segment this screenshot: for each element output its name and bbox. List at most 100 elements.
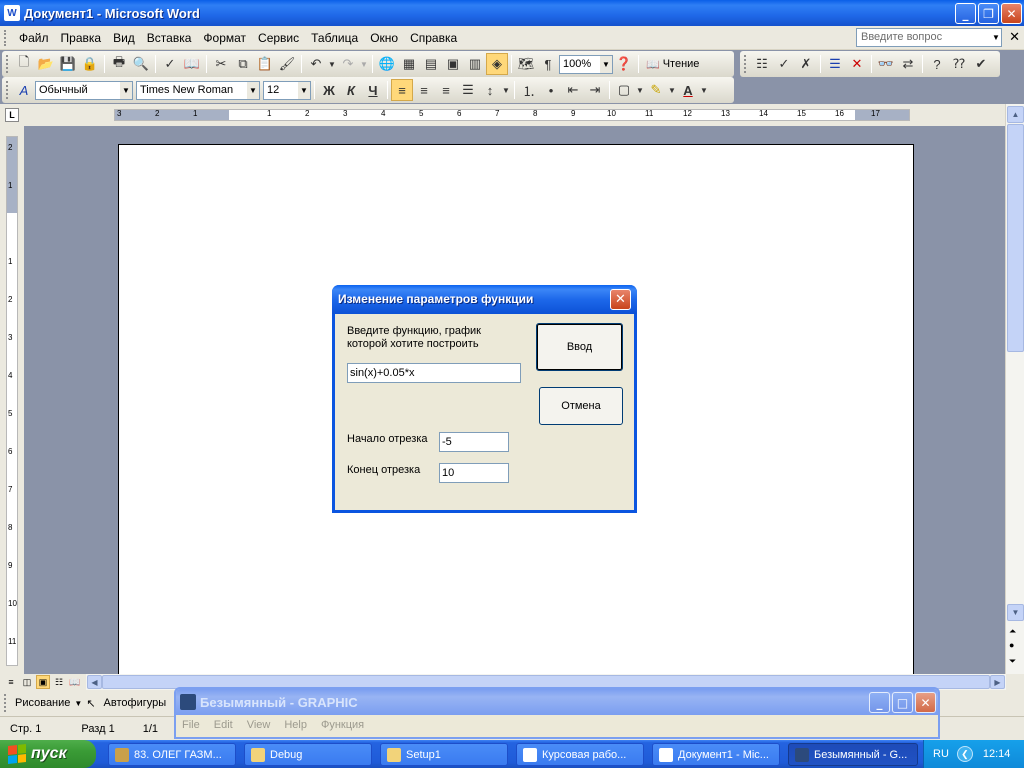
ask-question-input[interactable]: Введите вопрос bbox=[856, 28, 1002, 47]
minimize-button[interactable]: _ bbox=[869, 692, 890, 713]
styles-icon[interactable]: A bbox=[13, 79, 35, 101]
delete-icon[interactable]: ✕ bbox=[846, 53, 868, 75]
chevron-down-icon[interactable]: ▼ bbox=[635, 79, 645, 101]
toolbar-grip[interactable] bbox=[6, 55, 9, 73]
normal-view-icon[interactable]: ≡ bbox=[4, 675, 18, 689]
pilcrow-icon[interactable]: ¶ bbox=[537, 53, 559, 75]
graphic-title-bar[interactable]: Безымянный - GRAPHIC bbox=[176, 689, 938, 715]
accept-change-icon[interactable]: ✓ bbox=[773, 53, 795, 75]
document-map-icon[interactable]: 🗺 bbox=[515, 53, 537, 75]
close-document-icon[interactable]: ✕ bbox=[1009, 30, 1020, 45]
close-button[interactable]: ✕ bbox=[915, 692, 936, 713]
taskbar-item-setup1[interactable]: Setup1 bbox=[380, 743, 508, 766]
chevron-down-icon[interactable]: ▼ bbox=[667, 79, 677, 101]
maximize-button[interactable]: □ bbox=[892, 692, 913, 713]
open-folder-icon[interactable]: 📂 bbox=[35, 53, 57, 75]
next-page-icon[interactable]: ⏷ bbox=[1009, 656, 1016, 667]
chevron-down-icon[interactable]: ▼ bbox=[74, 699, 82, 708]
tables-borders-icon[interactable]: ▦ bbox=[398, 53, 420, 75]
columns-icon[interactable]: ▥ bbox=[464, 53, 486, 75]
font-size-select[interactable]: 12 ▼ bbox=[263, 80, 311, 100]
ruler-strip[interactable]: 3 2 1 1 2 3 4 5 6 7 8 9 10 11 12 13 14 1… bbox=[114, 109, 910, 121]
chevron-down-icon[interactable]: ▼ bbox=[699, 79, 709, 101]
menu-edit[interactable]: Правка bbox=[55, 31, 108, 45]
draw-menu[interactable]: Рисование bbox=[11, 697, 74, 709]
menu-tools[interactable]: Сервис bbox=[252, 31, 305, 45]
reading-view-icon[interactable]: 📖 bbox=[68, 675, 82, 689]
dialog-close-button[interactable]: ✕ bbox=[610, 289, 631, 310]
toolbar-grip[interactable] bbox=[4, 694, 7, 712]
graphic-menu-view[interactable]: View bbox=[247, 719, 271, 731]
taskbar-item-debug[interactable]: Debug bbox=[244, 743, 372, 766]
dialog-title[interactable]: Изменение параметров функции bbox=[332, 285, 637, 314]
end-input[interactable]: 10 bbox=[439, 463, 509, 483]
print-view-icon[interactable]: ▣ bbox=[36, 675, 50, 689]
font-color-icon[interactable]: A bbox=[677, 79, 699, 101]
borders-icon[interactable]: ▢ bbox=[613, 79, 635, 101]
binoculars-icon[interactable]: 👓 bbox=[875, 53, 897, 75]
permission-icon[interactable]: 🔒 bbox=[79, 53, 101, 75]
menu-file[interactable]: Файл bbox=[13, 31, 55, 45]
chevron-left-icon[interactable]: ❮ bbox=[956, 746, 973, 762]
scroll-thumb[interactable] bbox=[1007, 124, 1024, 352]
scroll-up-icon[interactable]: ▲ bbox=[1007, 106, 1024, 123]
print-preview-icon[interactable]: 🔍 bbox=[130, 53, 152, 75]
help-icon[interactable]: ❓ bbox=[613, 53, 635, 75]
scroll-left-icon[interactable]: ◀ bbox=[87, 675, 102, 689]
start-input[interactable]: -5 bbox=[439, 432, 509, 452]
toolbar-grip[interactable] bbox=[744, 55, 747, 73]
scroll-down-icon[interactable]: ▼ bbox=[1007, 604, 1024, 621]
font-select[interactable]: Times New Roman ▼ bbox=[136, 80, 260, 100]
close-button[interactable]: ✕ bbox=[1001, 3, 1022, 24]
menubar-grip[interactable] bbox=[4, 29, 7, 46]
chevron-down-icon[interactable]: ▼ bbox=[501, 79, 511, 101]
graphic-menu-function[interactable]: Функция bbox=[321, 719, 364, 731]
chevron-down-icon[interactable]: ▼ bbox=[120, 81, 132, 99]
align-left-icon[interactable]: ≡ bbox=[391, 79, 413, 101]
reject-change-icon[interactable]: ✗ bbox=[795, 53, 817, 75]
menu-insert[interactable]: Вставка bbox=[141, 31, 198, 45]
hyperlink-icon[interactable]: 🌐 bbox=[376, 53, 398, 75]
scroll-right-icon[interactable]: ▶ bbox=[990, 675, 1005, 689]
function-input[interactable]: sin(x)+0.05*x bbox=[347, 363, 521, 383]
vertical-scrollbar[interactable]: ▲ ▼ ⏶ ● ⏷ bbox=[1005, 104, 1024, 674]
chevron-down-icon[interactable]: ▼ bbox=[359, 53, 369, 75]
spelling-icon[interactable]: ✓ bbox=[159, 53, 181, 75]
track-changes-icon[interactable]: ☷ bbox=[751, 53, 773, 75]
reading-layout-button[interactable]: 📖 Чтение bbox=[642, 58, 703, 71]
save-icon[interactable]: 💾 bbox=[57, 53, 79, 75]
print-icon[interactable]: 🖶 bbox=[108, 53, 130, 75]
list-icon[interactable]: ☰ bbox=[824, 53, 846, 75]
italic-button[interactable]: К bbox=[340, 79, 362, 101]
cut-icon[interactable]: ✂ bbox=[210, 53, 232, 75]
graphic-menu-edit[interactable]: Edit bbox=[214, 719, 233, 731]
whats-this-icon[interactable]: ⁇ bbox=[948, 53, 970, 75]
help-assistant-icon[interactable]: ? bbox=[926, 53, 948, 75]
insert-excel-icon[interactable]: ▣ bbox=[442, 53, 464, 75]
menu-help[interactable]: Справка bbox=[404, 31, 463, 45]
chevron-down-icon[interactable]: ▼ bbox=[327, 53, 337, 75]
justify-icon[interactable]: ☰ bbox=[457, 79, 479, 101]
menu-view[interactable]: Вид bbox=[107, 31, 141, 45]
browse-object-icon[interactable]: ● bbox=[1009, 640, 1014, 650]
format-painter-icon[interactable]: 🖌 bbox=[276, 53, 298, 75]
tab-selector-icon[interactable]: L bbox=[5, 108, 19, 122]
select-objects-icon[interactable]: ↖ bbox=[82, 697, 99, 710]
outline-view-icon[interactable]: ☷ bbox=[52, 675, 66, 689]
copy-icon[interactable]: ⧉ bbox=[232, 53, 254, 75]
autoshapes-menu[interactable]: Автофигуры bbox=[100, 697, 171, 709]
chevron-down-icon[interactable]: ▼ bbox=[298, 81, 310, 99]
undo-icon[interactable]: ↶ bbox=[305, 53, 327, 75]
line-spacing-icon[interactable]: ↕ bbox=[479, 79, 501, 101]
decrease-indent-icon[interactable]: ⇤ bbox=[562, 79, 584, 101]
bullets-icon[interactable]: • bbox=[540, 79, 562, 101]
taskbar-item-graphic[interactable]: Безымянный - G... bbox=[788, 743, 918, 766]
menu-table[interactable]: Таблица bbox=[305, 31, 364, 45]
chevron-down-icon[interactable]: ▼ bbox=[600, 55, 612, 73]
zoom-select[interactable]: 100% ▼ bbox=[559, 54, 613, 74]
new-document-icon[interactable]: 🗋 bbox=[13, 53, 35, 75]
restore-button[interactable]: ❐ bbox=[978, 3, 999, 24]
underline-button[interactable]: Ч bbox=[362, 79, 384, 101]
start-button[interactable]: пуск bbox=[0, 740, 96, 768]
bold-button[interactable]: Ж bbox=[318, 79, 340, 101]
